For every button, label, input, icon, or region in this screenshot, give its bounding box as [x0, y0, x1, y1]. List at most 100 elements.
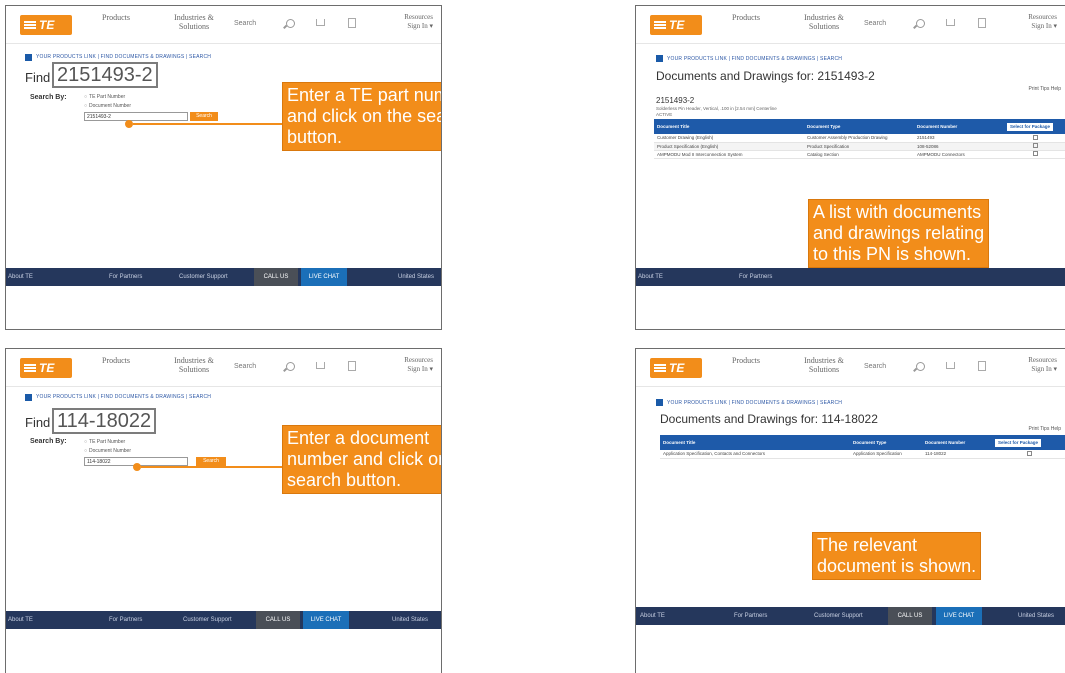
- sign-in-link[interactable]: Sign In ▾: [404, 365, 433, 374]
- footer-about[interactable]: About TE: [640, 613, 665, 619]
- footer-about[interactable]: About TE: [638, 274, 663, 280]
- table-row[interactable]: AMPMODU Mod II Interconnection System Ca…: [654, 150, 1065, 159]
- list-icon[interactable]: [348, 18, 356, 28]
- cart-icon[interactable]: [316, 19, 325, 26]
- col-document-number[interactable]: Document Number: [922, 435, 992, 450]
- call-us-button[interactable]: CALL US: [254, 268, 298, 286]
- breadcrumb[interactable]: YOUR PRODUCTS LINK | FIND DOCUMENTS & DR…: [667, 400, 842, 406]
- header-search-input[interactable]: Search: [230, 18, 312, 32]
- select-checkbox[interactable]: [1032, 151, 1038, 156]
- resources-menu[interactable]: Resources Sign In ▾: [404, 356, 433, 374]
- footer-partners[interactable]: For Partners: [734, 613, 767, 619]
- header-search-input[interactable]: Search: [860, 361, 942, 375]
- annotation-line: [133, 123, 283, 125]
- select-checkbox[interactable]: [1032, 134, 1038, 140]
- te-logo[interactable]: TE: [20, 358, 72, 378]
- resources-menu[interactable]: Resources Sign In ▾: [1028, 13, 1057, 31]
- nav-industries[interactable]: Industries & Solutions: [800, 356, 848, 374]
- nav-products[interactable]: Products: [732, 13, 760, 22]
- radio-part-number[interactable]: TE Part Number: [84, 439, 125, 445]
- te-logo[interactable]: TE: [20, 15, 72, 35]
- list-icon[interactable]: [978, 18, 986, 28]
- table-row[interactable]: Product Specification (English) Product …: [654, 142, 1065, 151]
- cell-title[interactable]: Customer Drawing (English): [654, 134, 804, 143]
- call-us-button[interactable]: CALL US: [888, 607, 932, 625]
- nav-products[interactable]: Products: [102, 13, 130, 22]
- footer-partners[interactable]: For Partners: [109, 617, 142, 623]
- resources-menu[interactable]: Resources Sign In ▾: [1028, 356, 1057, 374]
- te-logo[interactable]: TE: [650, 358, 702, 378]
- cell-title[interactable]: Product Specification (English): [654, 142, 804, 151]
- te-logo[interactable]: TE: [650, 15, 702, 35]
- print-tips-link[interactable]: Print Tips Help: [1028, 426, 1061, 432]
- breadcrumb[interactable]: YOUR PRODUCTS LINK | FIND DOCUMENTS & DR…: [36, 54, 211, 60]
- cart-icon[interactable]: [316, 362, 325, 369]
- resources-menu[interactable]: Resources Sign In ▾: [404, 13, 433, 31]
- nav-industries[interactable]: Industries & Solutions: [800, 13, 848, 31]
- cell-type: Application Specification: [850, 450, 922, 459]
- nav-products[interactable]: Products: [102, 356, 130, 365]
- footer-support[interactable]: Customer Support: [179, 274, 228, 280]
- col-document-title[interactable]: Document Title: [660, 435, 850, 450]
- nav-products[interactable]: Products: [732, 356, 760, 365]
- panel-document-results: TE Products Industries & Solutions Searc…: [635, 348, 1065, 673]
- annotation-line: [141, 466, 283, 468]
- cart-icon[interactable]: [946, 19, 955, 26]
- breadcrumb[interactable]: YOUR PRODUCTS LINK | FIND DOCUMENTS & DR…: [36, 394, 211, 400]
- col-document-number[interactable]: Document Number: [914, 119, 1004, 134]
- footer-support[interactable]: Customer Support: [814, 613, 863, 619]
- col-document-type[interactable]: Document Type: [804, 119, 914, 134]
- call-us-button[interactable]: CALL US: [256, 611, 300, 629]
- annotation-line-3: to this PN is shown.: [813, 244, 972, 264]
- footer-support[interactable]: Customer Support: [183, 617, 232, 623]
- list-icon[interactable]: [978, 361, 986, 371]
- cell-title[interactable]: AMPMODU Mod II Interconnection System: [654, 150, 804, 159]
- search-icon[interactable]: [916, 19, 925, 28]
- list-icon[interactable]: [348, 361, 356, 371]
- radio-document-number[interactable]: Document Number: [84, 103, 131, 109]
- search-icon[interactable]: [286, 362, 295, 371]
- print-tips-link[interactable]: Print Tips Help: [1028, 86, 1061, 92]
- select-for-package-button[interactable]: Select for Package: [995, 438, 1042, 447]
- header-search-input[interactable]: Search: [860, 18, 942, 32]
- nav-industries[interactable]: Industries & Solutions: [170, 356, 218, 374]
- search-icon[interactable]: [286, 19, 295, 28]
- search-button[interactable]: Search: [190, 112, 218, 121]
- radio-document-number[interactable]: Document Number: [84, 448, 131, 454]
- sign-in-link[interactable]: Sign In ▾: [1028, 365, 1057, 374]
- sign-in-link[interactable]: Sign In ▾: [1028, 22, 1057, 31]
- annotation-line-3: search button.: [287, 470, 402, 490]
- search-icon[interactable]: [916, 362, 925, 371]
- select-checkbox[interactable]: [1032, 143, 1038, 148]
- footer-about[interactable]: About TE: [8, 274, 33, 280]
- cell-title[interactable]: Application Specification, Contacts and …: [660, 450, 850, 459]
- live-chat-button[interactable]: LIVE CHAT: [303, 611, 349, 629]
- radio-part-number[interactable]: TE Part Number: [84, 94, 125, 100]
- cell-select: [1004, 134, 1065, 143]
- site-header: TE Products Industries & Solutions Searc…: [6, 6, 441, 44]
- search-button[interactable]: Search: [196, 457, 226, 466]
- footer-partners[interactable]: For Partners: [109, 274, 142, 280]
- cart-icon[interactable]: [946, 362, 955, 369]
- col-document-type[interactable]: Document Type: [850, 435, 922, 450]
- footer-region[interactable]: United States: [392, 617, 428, 623]
- nav-industries[interactable]: Industries & Solutions: [170, 13, 218, 31]
- sign-in-link[interactable]: Sign In ▾: [404, 22, 433, 31]
- footer-region[interactable]: United States: [398, 274, 434, 280]
- header-search-input[interactable]: Search: [230, 361, 312, 375]
- footer-about[interactable]: About TE: [8, 617, 33, 623]
- select-for-package-button[interactable]: Select for Package: [1007, 122, 1054, 131]
- col-select-package[interactable]: Select for Package: [992, 435, 1065, 450]
- select-checkbox[interactable]: [1026, 450, 1032, 456]
- col-document-title[interactable]: Document Title: [654, 119, 804, 134]
- search-input[interactable]: 2151493-2: [84, 112, 188, 121]
- col-select-package[interactable]: Select for Package: [1004, 119, 1065, 134]
- breadcrumb[interactable]: YOUR PRODUCTS LINK | FIND DOCUMENTS & DR…: [667, 56, 842, 62]
- live-chat-button[interactable]: LIVE CHAT: [936, 607, 982, 625]
- table-row[interactable]: Application Specification, Contacts and …: [660, 450, 1065, 459]
- footer-region[interactable]: United States: [1018, 613, 1054, 619]
- table-row[interactable]: Customer Drawing (English) Customer Asse…: [654, 134, 1065, 143]
- site-footer: About TE For Partners Customer Support C…: [636, 607, 1065, 625]
- footer-partners[interactable]: For Partners: [739, 274, 772, 280]
- live-chat-button[interactable]: LIVE CHAT: [301, 268, 347, 286]
